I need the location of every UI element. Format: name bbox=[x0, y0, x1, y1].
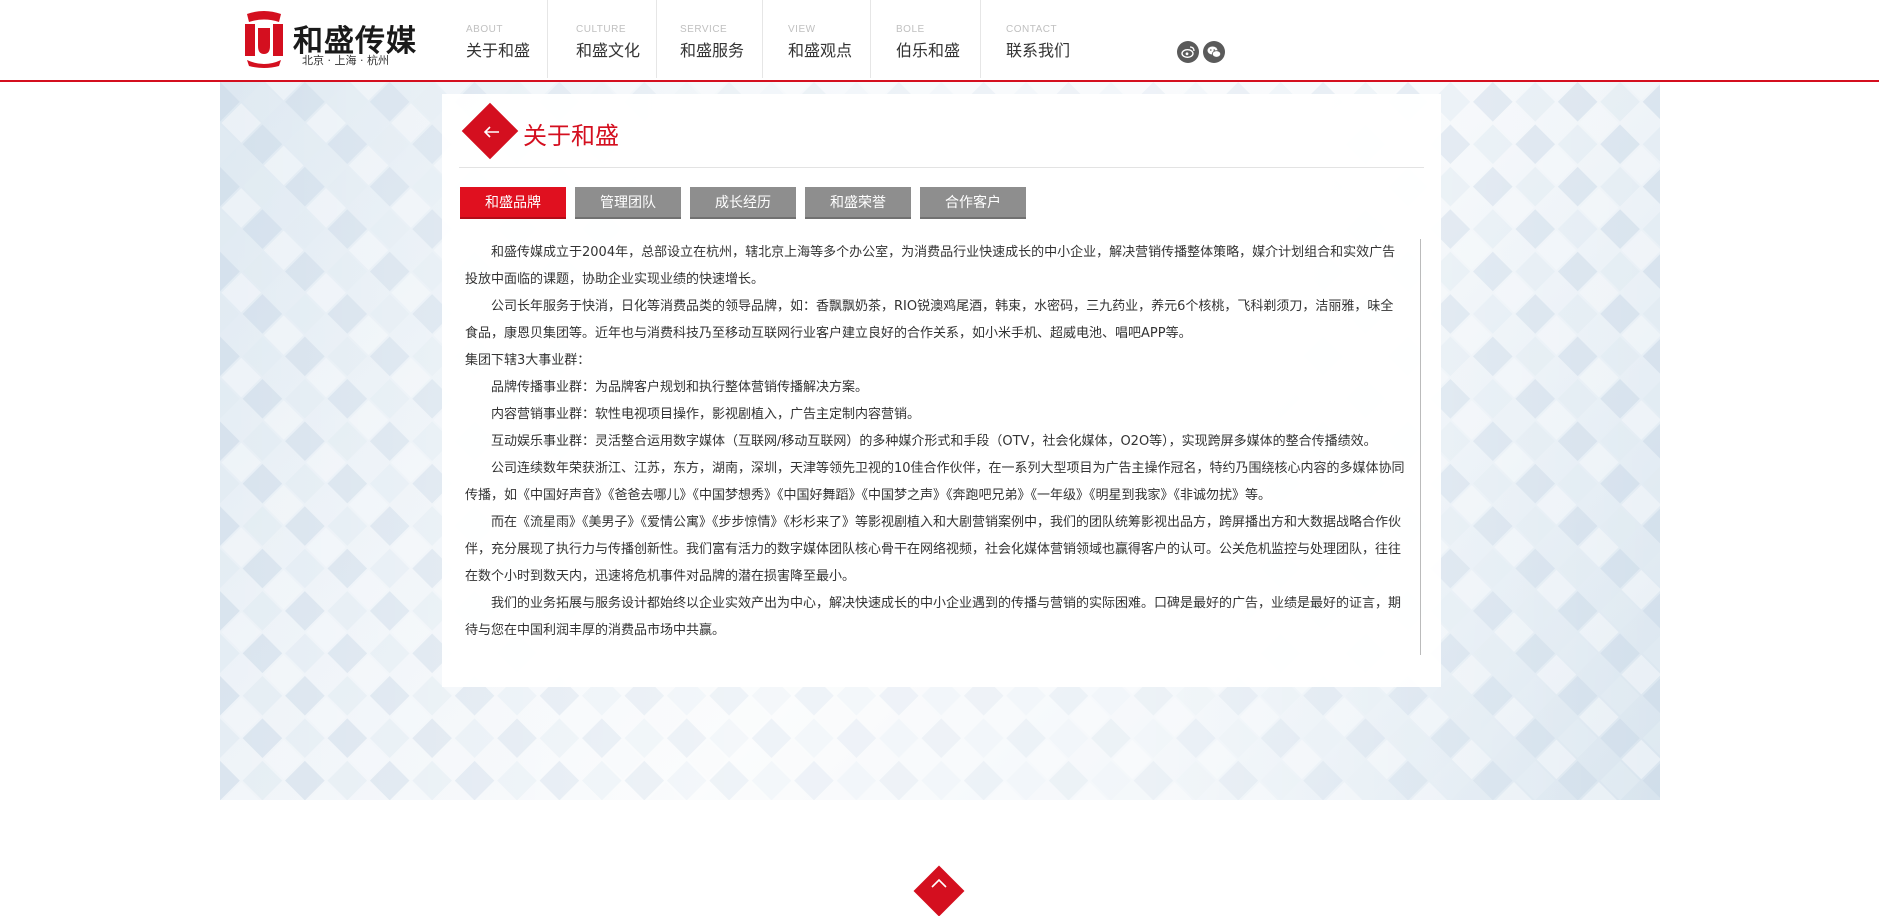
brand-logo[interactable]: 和盛传媒 北京 · 上海 · 杭州 bbox=[241, 10, 416, 70]
chevron-up-icon bbox=[931, 878, 947, 888]
article-paragraph: 公司连续数年荣获浙江、江苏，东方，湖南，深圳，天津等领先卫视的10佳合作伙伴，在… bbox=[465, 461, 1405, 503]
wechat-icon[interactable] bbox=[1203, 41, 1225, 63]
nav-item-contact[interactable]: CONTACT 联系我们 bbox=[990, 0, 1090, 78]
article-body: 和盛传媒成立于2004年，总部设立在杭州，辖北京上海等多个办公室，为消费品行业快… bbox=[465, 239, 1405, 644]
tab-brand[interactable]: 和盛品牌 bbox=[460, 187, 566, 219]
arrow-left-icon bbox=[483, 126, 499, 138]
tab-honors[interactable]: 和盛荣誉 bbox=[805, 187, 911, 219]
article-paragraph: 品牌传播事业群：为品牌客户规划和执行整体营销传播解决方案。 bbox=[491, 380, 869, 395]
nav-item-en-label: CONTACT bbox=[1006, 24, 1058, 35]
nav-item-label: 和盛观点 bbox=[788, 41, 853, 60]
tab-management-team[interactable]: 管理团队 bbox=[575, 187, 681, 219]
nav-item-about[interactable]: ABOUT 关于和盛 bbox=[450, 0, 548, 78]
article-paragraph: 互动娱乐事业群：灵活整合运用数字媒体（互联网/移动互联网）的多种媒介形式和手段（… bbox=[491, 434, 1377, 449]
nav-item-label: 和盛服务 bbox=[680, 41, 745, 60]
content-scrollbar[interactable] bbox=[1420, 239, 1421, 655]
article-paragraph: 集团下辖3大事业群： bbox=[465, 353, 591, 368]
article-paragraph: 我们的业务拓展与服务设计都始终以企业实效产出为中心，解决快速成长的中小企业遇到的… bbox=[465, 596, 1402, 638]
nav-item-culture[interactable]: CULTURE 和盛文化 bbox=[560, 0, 657, 78]
weibo-icon[interactable] bbox=[1177, 41, 1199, 63]
tab-growth-history[interactable]: 成长经历 bbox=[690, 187, 796, 219]
nav-item-view[interactable]: VIEW 和盛观点 bbox=[772, 0, 871, 78]
tab-clients[interactable]: 合作客户 bbox=[920, 187, 1026, 219]
nav-item-service[interactable]: SERVICE 和盛服务 bbox=[664, 0, 763, 78]
article-paragraph: 和盛传媒成立于2004年，总部设立在杭州，辖北京上海等多个办公室，为消费品行业快… bbox=[465, 245, 1396, 287]
nav-item-label: 和盛文化 bbox=[576, 41, 641, 60]
article-paragraph: 内容营销事业群：软性电视项目操作，影视剧植入，广告主定制内容营销。 bbox=[491, 407, 921, 422]
nav-item-label: 关于和盛 bbox=[466, 41, 531, 60]
nav-item-en-label: CULTURE bbox=[576, 24, 626, 35]
page-title: 关于和盛 bbox=[523, 122, 619, 150]
nav-item-en-label: SERVICE bbox=[680, 24, 728, 35]
article-paragraph: 而在《流星雨》《美男子》《爱情公寓》《步步惊情》《杉杉来了》等影视剧植入和大剧营… bbox=[465, 515, 1402, 584]
brand-cities: 北京 · 上海 · 杭州 bbox=[302, 54, 389, 67]
nav-item-en-label: ABOUT bbox=[466, 24, 503, 35]
nav-item-label: 联系我们 bbox=[1006, 41, 1071, 60]
article-paragraph: 公司长年服务于快消，日化等消费品类的领导品牌，如：香飘飘奶茶，RIO锐澳鸡尾酒，… bbox=[465, 299, 1394, 341]
nav-item-en-label: BOLE bbox=[896, 24, 925, 35]
nav-item-en-label: VIEW bbox=[788, 24, 816, 35]
logo-mark-icon bbox=[245, 11, 283, 68]
nav-item-bole[interactable]: BOLE 伯乐和盛 bbox=[880, 0, 981, 78]
nav-item-label: 伯乐和盛 bbox=[896, 41, 961, 60]
site-header: 和盛传媒 北京 · 上海 · 杭州 ABOUT 关于和盛 CULTURE 和盛文… bbox=[0, 0, 1879, 82]
title-divider bbox=[459, 167, 1424, 168]
